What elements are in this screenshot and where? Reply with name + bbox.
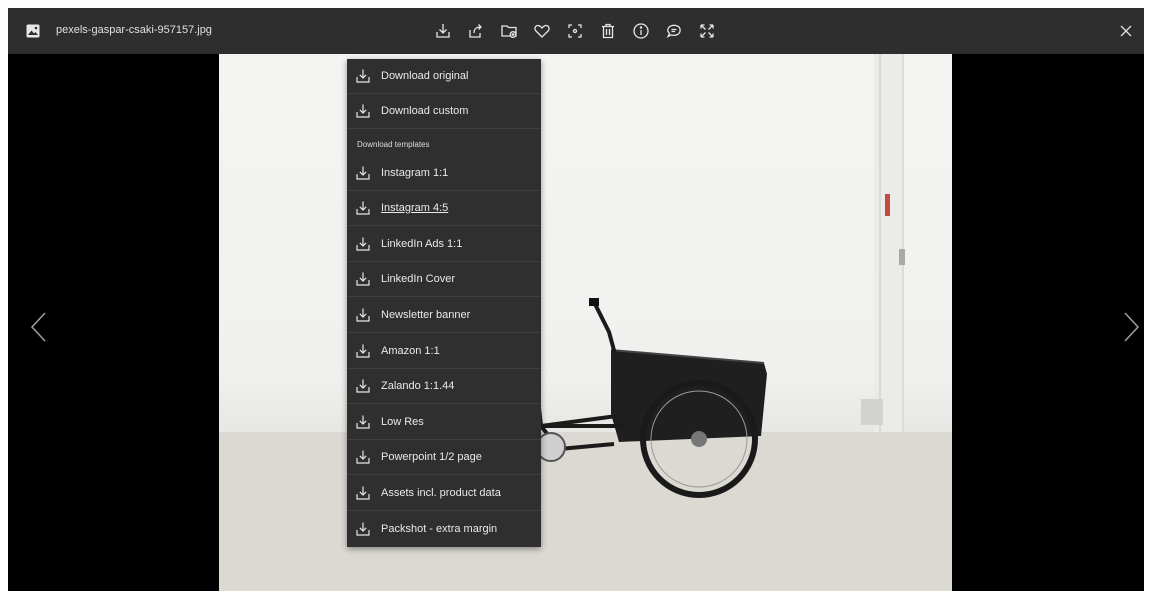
image-file-icon [26, 24, 40, 38]
menu-item-label: Download custom [381, 105, 469, 117]
download-icon [356, 104, 370, 118]
comment-icon [666, 24, 681, 38]
share-button[interactable] [466, 21, 486, 41]
fullscreen-button[interactable] [697, 21, 717, 41]
template-item[interactable]: LinkedIn Cover [347, 262, 541, 297]
crop-icon [568, 24, 582, 38]
menu-item-label: Amazon 1:1 [381, 345, 440, 357]
download-icon [356, 237, 370, 251]
download-icon [356, 522, 370, 536]
menu-item-label: Powerpoint 1/2 page [381, 451, 482, 463]
menu-item-label: Download original [381, 70, 469, 82]
file-name: pexels-gaspar-csaki-957157.jpg [56, 24, 212, 36]
image-viewer: pexels-gaspar-csaki-957157.jpg Download … [8, 8, 1144, 591]
crop-button[interactable] [565, 21, 585, 41]
template-item[interactable]: Amazon 1:1 [347, 334, 541, 369]
trash-icon [602, 23, 614, 39]
download-icon [356, 308, 370, 322]
download-button[interactable] [433, 21, 453, 41]
download-templates-heading: Download templates [357, 140, 430, 149]
template-item[interactable]: LinkedIn Ads 1:1 [347, 227, 541, 262]
template-item[interactable]: Newsletter banner [347, 298, 541, 333]
previous-image-icon[interactable] [28, 309, 48, 345]
menu-item-label: Packshot - extra margin [381, 523, 498, 535]
menu-item-label: Assets incl. product data [381, 487, 501, 499]
menu-item-label: LinkedIn Ads 1:1 [381, 238, 463, 250]
download-icon [356, 201, 370, 215]
heart-icon [534, 24, 550, 38]
download-icon [356, 450, 370, 464]
add-to-folder-button[interactable] [499, 21, 519, 41]
template-item[interactable]: Instagram 4:5 [347, 191, 541, 226]
download-icon [436, 24, 450, 38]
add-to-folder-icon [501, 25, 517, 38]
viewer-header: pexels-gaspar-csaki-957157.jpg [8, 8, 1144, 54]
download-menu: Download original Download custom Downlo… [347, 59, 541, 547]
download-icon [356, 166, 370, 180]
download-icon [356, 415, 370, 429]
info-button[interactable] [631, 21, 651, 41]
menu-item-label: Low Res [381, 416, 424, 428]
template-item[interactable]: Low Res [347, 405, 541, 440]
download-icon [356, 379, 370, 393]
menu-item-label: LinkedIn Cover [381, 273, 455, 285]
menu-item-label: Instagram 4:5 [381, 202, 449, 214]
close-icon[interactable] [1117, 22, 1135, 40]
download-original-item[interactable]: Download original [347, 59, 541, 94]
download-icon [356, 69, 370, 83]
fullscreen-icon [700, 24, 714, 38]
preview-image [219, 54, 952, 591]
menu-item-label: Newsletter banner [381, 309, 471, 321]
template-item[interactable]: Packshot - extra margin [347, 512, 541, 547]
download-icon [356, 344, 370, 358]
next-image-icon[interactable] [1122, 309, 1142, 345]
share-icon [469, 24, 482, 38]
menu-item-label: Instagram 1:1 [381, 167, 449, 179]
template-item[interactable]: Zalando 1:1.44 [347, 369, 541, 404]
image-stage: Download original Download custom Downlo… [8, 54, 1144, 591]
template-item[interactable]: Instagram 1:1 [347, 156, 541, 191]
download-icon [356, 486, 370, 500]
template-item[interactable]: Assets incl. product data [347, 476, 541, 511]
menu-item-label: Zalando 1:1.44 [381, 380, 455, 392]
download-custom-item[interactable]: Download custom [347, 94, 541, 129]
info-icon [633, 23, 649, 39]
template-item[interactable]: Powerpoint 1/2 page [347, 440, 541, 475]
favorite-button[interactable] [532, 21, 552, 41]
download-icon [356, 272, 370, 286]
delete-button[interactable] [598, 21, 618, 41]
comment-button[interactable] [664, 21, 684, 41]
